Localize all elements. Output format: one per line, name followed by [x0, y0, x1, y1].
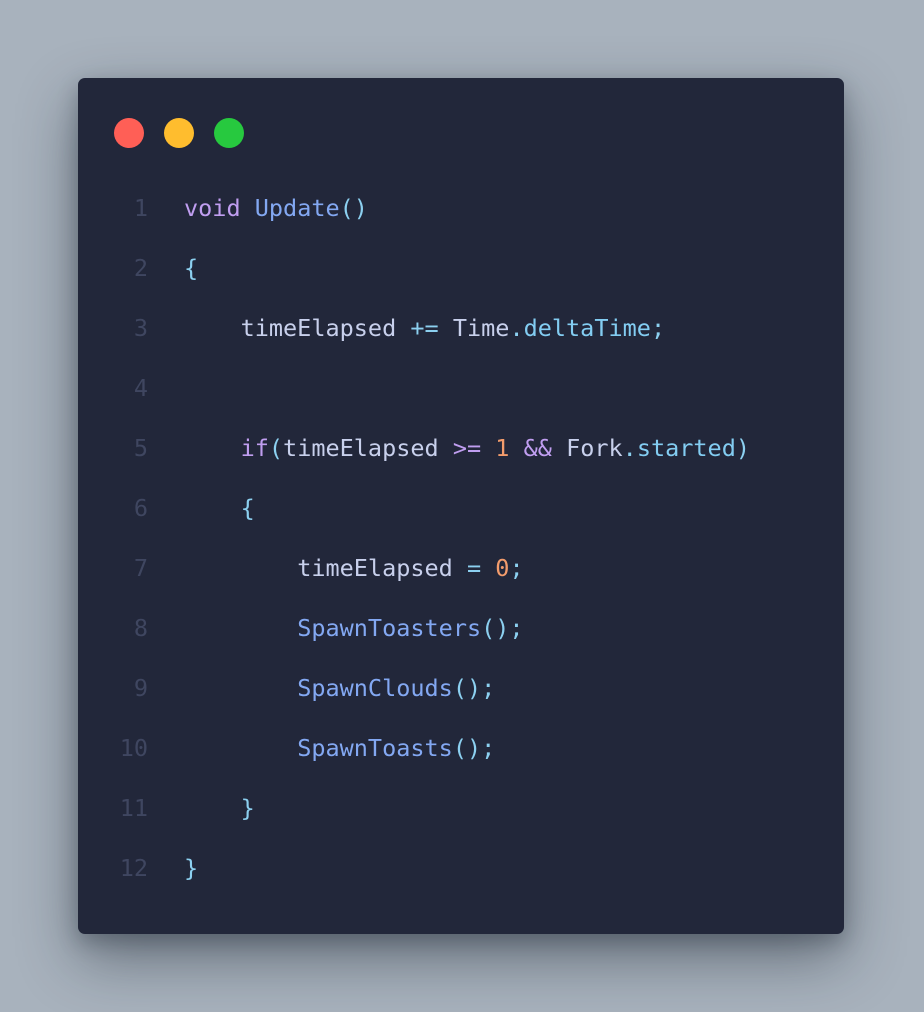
code-token: { [184, 254, 199, 282]
code-token: SpawnToasters [297, 614, 482, 642]
code-token: started [636, 434, 736, 462]
line-number: 8 [133, 614, 148, 642]
line-number: 7 [133, 554, 148, 582]
line-number: 12 [119, 854, 148, 882]
code-line: 3 timeElapsed += Time.deltaTime; [78, 298, 844, 358]
code-token: = [466, 554, 482, 582]
code-line: 7 timeElapsed = 0; [78, 538, 844, 598]
code-block: 1 void Update() 2{3 timeElapsed += Time.de… [78, 178, 844, 898]
code-token: } [184, 854, 199, 882]
code-token: () [339, 194, 368, 222]
code-content: } [184, 794, 255, 822]
code-token: ; [650, 314, 666, 342]
code-token: timeElapsed [297, 554, 453, 582]
code-content: { [184, 254, 198, 282]
code-token: ; [509, 554, 524, 582]
line-number: 11 [119, 794, 148, 822]
code-content: } [184, 854, 198, 882]
code-content: SpawnClouds(); [184, 674, 495, 702]
window-controls [114, 118, 244, 148]
code-token: SpawnClouds [297, 674, 453, 702]
line-number: 5 [133, 434, 148, 462]
code-line: 5 if(timeElapsed >= 1 && Fork.started) [78, 418, 844, 478]
line-number: 6 [133, 494, 148, 522]
code-token: timeElapsed [283, 434, 439, 462]
code-content: void Update() [184, 194, 368, 222]
code-content: timeElapsed += Time.deltaTime; [184, 314, 666, 342]
code-token: Update [254, 194, 340, 222]
code-content: SpawnToasters(); [184, 614, 524, 642]
code-token: ( [268, 434, 284, 462]
code-token: 0 [495, 554, 510, 582]
code-line: 1 void Update() [78, 178, 844, 238]
code-content: SpawnToasts(); [184, 734, 495, 762]
code-token: . [509, 314, 524, 342]
code-content: { [184, 494, 255, 522]
code-line: 2{ [78, 238, 844, 298]
code-line: 9 SpawnClouds(); [78, 658, 844, 718]
code-token: 1 [495, 434, 510, 462]
code-token: (); [481, 614, 524, 642]
code-token: += [410, 314, 439, 342]
code-token: (); [452, 734, 496, 762]
line-number: 2 [133, 254, 148, 282]
code-token: SpawnToasts [297, 734, 453, 762]
code-token: Fork [566, 434, 623, 462]
line-number: 10 [119, 734, 148, 762]
line-number: 1 [133, 194, 148, 222]
code-token: >= [452, 434, 482, 462]
code-line: 8 SpawnToasters(); [78, 598, 844, 658]
code-content: if(timeElapsed >= 1 && Fork.started) [184, 434, 750, 462]
code-token: void [184, 194, 241, 222]
code-content: timeElapsed = 0; [184, 554, 524, 582]
code-token: (); [452, 674, 496, 702]
minimize-dot[interactable] [164, 118, 194, 148]
code-token: if [240, 434, 269, 462]
line-number: 4 [133, 374, 148, 402]
code-window: 1 void Update() 2{3 timeElapsed += Time.de… [78, 78, 844, 934]
line-number: 9 [133, 674, 148, 702]
code-line: 11 } [78, 778, 844, 838]
code-token: } [240, 794, 255, 822]
code-token: Time [452, 314, 510, 342]
code-token: ) [735, 434, 751, 462]
code-line: 12} [78, 838, 844, 898]
close-dot[interactable] [114, 118, 144, 148]
line-number: 3 [133, 314, 148, 342]
code-line: 6 { [78, 478, 844, 538]
maximize-dot[interactable] [214, 118, 244, 148]
code-line: 4 [78, 358, 844, 418]
code-token: . [622, 434, 637, 462]
code-token: timeElapsed [240, 314, 397, 342]
code-token: { [240, 494, 255, 522]
code-token: deltaTime [523, 314, 651, 342]
code-line: 10 SpawnToasts(); [78, 718, 844, 778]
code-token: && [523, 434, 552, 462]
